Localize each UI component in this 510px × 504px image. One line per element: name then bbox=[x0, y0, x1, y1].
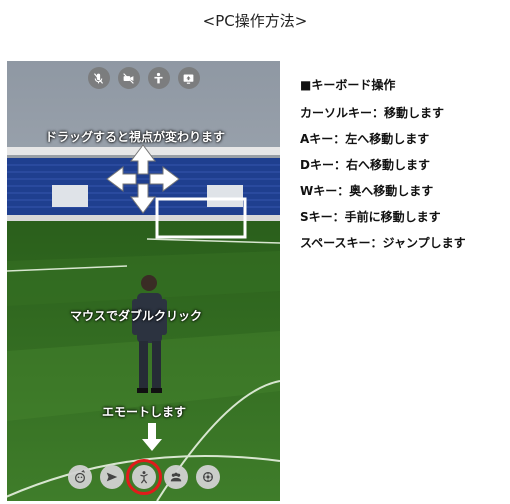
camera-muted-icon[interactable] bbox=[117, 67, 140, 89]
top-toolbar bbox=[7, 67, 280, 89]
instruction-line: Sキー：手前に移動します bbox=[300, 210, 441, 224]
send-icon[interactable] bbox=[99, 465, 124, 489]
instruction-line: Aキー：左へ移動します bbox=[300, 132, 430, 146]
keyboard-instructions: ■キーボード操作 カーソルキー：移動します Aキー：左へ移動します Dキー：右へ… bbox=[300, 76, 505, 261]
mic-muted-icon[interactable] bbox=[87, 67, 110, 89]
emoji-icon[interactable] bbox=[67, 465, 92, 489]
page-title: <PC操作方法> bbox=[202, 12, 308, 30]
instruction-line: カーソルキー：移動します bbox=[300, 106, 445, 120]
game-viewport[interactable]: ドラッグすると視点が変わります マウスでダブルクリック エモートします bbox=[7, 61, 280, 501]
avatar-icon[interactable] bbox=[147, 67, 170, 89]
instruction-line: Wキー：奥へ移動します bbox=[300, 184, 434, 198]
settings-icon[interactable] bbox=[195, 465, 220, 489]
emote-icon[interactable] bbox=[125, 459, 162, 495]
stadium-scene bbox=[7, 61, 280, 501]
double-click-hint-text: マウスでダブルクリック bbox=[70, 309, 203, 323]
emote-hint-text: エモートします bbox=[102, 405, 187, 419]
screen-share-icon[interactable] bbox=[177, 67, 200, 89]
bottom-toolbar bbox=[7, 459, 280, 495]
people-icon[interactable] bbox=[163, 465, 188, 489]
drag-hint-text: ドラッグすると視点が変わります bbox=[45, 130, 226, 144]
instruction-line: スペースキー：ジャンプします bbox=[300, 236, 466, 250]
instructions-heading: ■キーボード操作 bbox=[300, 78, 396, 92]
instruction-line: Dキー：右へ移動します bbox=[300, 158, 430, 172]
